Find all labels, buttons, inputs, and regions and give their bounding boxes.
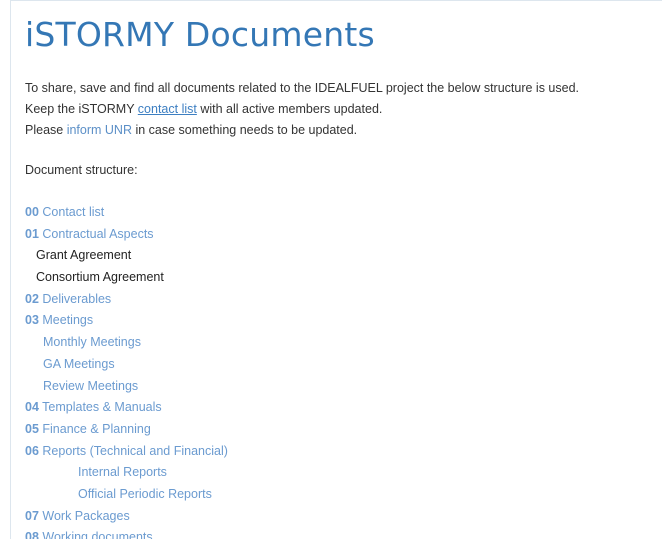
contact-list-link[interactable]: contact list xyxy=(138,102,197,116)
structure-item-monthly-meetings[interactable]: Monthly Meetings xyxy=(25,332,228,354)
structure-item-contact-list[interactable]: 00 Contact list xyxy=(25,202,228,224)
item-label[interactable]: Contact list xyxy=(42,205,104,219)
document-structure-label: Document structure: xyxy=(25,163,138,177)
item-number: 04 xyxy=(25,400,39,415)
item-number: 02 xyxy=(25,291,39,306)
item-label[interactable]: Meetings xyxy=(42,313,93,327)
intro-line-2-suffix: with all active members updated. xyxy=(196,102,383,116)
structure-item-work-packages[interactable]: 07 Work Packages xyxy=(25,506,228,528)
structure-item-reports[interactable]: 06 Reports (Technical and Financial) xyxy=(25,441,228,463)
structure-item-deliverables[interactable]: 02 Deliverables xyxy=(25,289,228,311)
item-label: Grant Agreement xyxy=(36,248,132,263)
structure-item-consortium-agreement: Consortium Agreement xyxy=(25,267,228,289)
structure-item-official-periodic-reports[interactable]: Official Periodic Reports xyxy=(25,484,228,506)
item-number: 00 xyxy=(25,205,39,219)
item-label[interactable]: Monthly Meetings xyxy=(43,335,141,349)
item-label[interactable]: Finance & Planning xyxy=(42,422,150,436)
structure-item-templates-manuals[interactable]: 04 Templates & Manuals xyxy=(25,397,228,419)
page-title: iSTORMY Documents xyxy=(25,15,375,54)
item-number: 06 xyxy=(25,443,39,458)
document-structure-list: 00 Contact list 01 Contractual Aspects G… xyxy=(25,202,228,539)
item-label[interactable]: Review Meetings xyxy=(43,379,138,393)
structure-item-working-documents[interactable]: 08 Working documents xyxy=(25,527,228,539)
inform-unr-link[interactable]: inform UNR xyxy=(67,123,132,137)
item-number: 03 xyxy=(25,313,39,328)
item-label[interactable]: Reports (Technical and Financial) xyxy=(42,444,228,458)
item-label[interactable]: GA Meetings xyxy=(43,357,115,371)
structure-item-ga-meetings[interactable]: GA Meetings xyxy=(25,354,228,376)
item-label[interactable]: Working documents xyxy=(42,530,152,539)
structure-item-grant-agreement: Grant Agreement xyxy=(25,245,228,267)
item-label[interactable]: Internal Reports xyxy=(78,465,167,479)
page: iSTORMY Documents To share, save and fin… xyxy=(0,0,662,539)
intro-line-3-prefix: Please xyxy=(25,123,67,137)
item-label[interactable]: Work Packages xyxy=(42,509,129,523)
item-number: 08 xyxy=(25,530,39,539)
intro-line-2: Keep the iSTORMY contact list with all a… xyxy=(25,99,662,120)
structure-item-contractual-aspects[interactable]: 01 Contractual Aspects xyxy=(25,224,228,246)
intro-text: To share, save and find all documents re… xyxy=(25,78,662,141)
item-label[interactable]: Templates & Manuals xyxy=(42,400,162,414)
structure-item-meetings[interactable]: 03 Meetings xyxy=(25,310,228,332)
intro-line-3: Please inform UNR in case something need… xyxy=(25,120,662,141)
structure-item-internal-reports[interactable]: Internal Reports xyxy=(25,462,228,484)
item-label[interactable]: Official Periodic Reports xyxy=(78,487,212,501)
item-number: 01 xyxy=(25,226,39,241)
structure-item-review-meetings[interactable]: Review Meetings xyxy=(25,376,228,398)
item-number: 05 xyxy=(25,421,39,436)
item-label: Consortium Agreement xyxy=(36,270,164,285)
intro-line-1: To share, save and find all documents re… xyxy=(25,81,579,95)
item-number: 07 xyxy=(25,508,39,523)
intro-line-2-prefix: Keep the iSTORMY xyxy=(25,102,138,116)
item-label[interactable]: Deliverables xyxy=(42,292,111,306)
structure-item-finance-planning[interactable]: 05 Finance & Planning xyxy=(25,419,228,441)
item-label[interactable]: Contractual Aspects xyxy=(42,227,153,241)
intro-line-3-suffix: in case something needs to be updated. xyxy=(132,123,358,137)
